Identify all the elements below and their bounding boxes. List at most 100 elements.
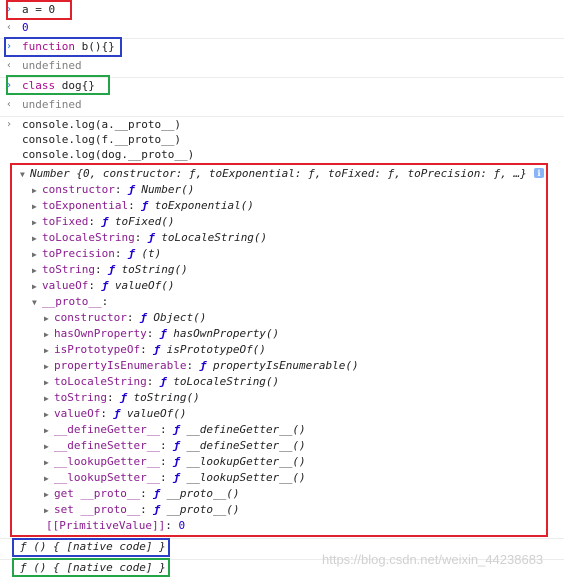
property-value: toFixed() xyxy=(114,215,175,228)
result-icon: ‹ xyxy=(6,99,13,110)
output-value: undefined xyxy=(22,98,82,111)
function-glyph: ƒ xyxy=(141,199,148,212)
prompt-icon: › xyxy=(6,119,13,130)
code-line: console.log(f.__proto__) xyxy=(22,133,181,146)
property-key: isPrototypeOf xyxy=(54,343,141,356)
property-row[interactable]: ▶ toString: ƒ toString() xyxy=(44,390,200,406)
collapsed-triangle-icon[interactable]: ▶ xyxy=(32,199,42,215)
property-key: constructor xyxy=(42,183,115,196)
property-value: toString() xyxy=(133,391,200,404)
console-input-4-line2: console.log(f.__proto__) xyxy=(0,132,564,148)
collapsed-triangle-icon[interactable]: ▶ xyxy=(32,263,42,279)
property-row[interactable]: ▶ toString: ƒ toString() xyxy=(32,262,188,278)
collapsed-triangle-icon[interactable]: ▶ xyxy=(32,231,42,247)
property-key: valueOf xyxy=(54,407,101,420)
property-key: valueOf xyxy=(42,279,89,292)
property-value: toLocaleString() xyxy=(173,375,280,388)
property-value: hasOwnProperty() xyxy=(173,327,280,340)
collapsed-triangle-icon[interactable]: ▶ xyxy=(32,183,42,199)
property-key: __proto__ xyxy=(42,295,102,308)
property-row[interactable]: ▶ toLocaleString: ƒ toLocaleString() xyxy=(44,374,279,390)
collapsed-triangle-icon[interactable]: ▶ xyxy=(44,503,54,519)
collapsed-triangle-icon[interactable]: ▶ xyxy=(32,215,42,231)
info-icon[interactable]: i xyxy=(534,168,544,178)
property-value: isPrototypeOf() xyxy=(166,343,266,356)
output-value: 0 xyxy=(22,21,29,34)
expanded-triangle-icon[interactable]: ▼ xyxy=(20,167,30,183)
property-row[interactable]: ▶ toPrecision: ƒ (t) xyxy=(32,246,161,262)
collapsed-triangle-icon[interactable]: ▶ xyxy=(44,471,54,487)
property-row[interactable]: ▶ get __proto__: ƒ __proto__() xyxy=(44,486,239,502)
property-row[interactable]: ▶ hasOwnProperty: ƒ hasOwnProperty() xyxy=(44,326,279,342)
collapsed-triangle-icon[interactable]: ▶ xyxy=(44,359,54,375)
property-key: __defineGetter__ xyxy=(54,423,160,436)
property-value: valueOf() xyxy=(126,407,187,420)
collapsed-triangle-icon[interactable]: ▶ xyxy=(44,391,54,407)
function-glyph: ƒ xyxy=(173,439,180,452)
property-row[interactable]: ▶ toLocaleString: ƒ toLocaleString() xyxy=(32,230,267,246)
object-preview: {0, constructor: ƒ, toExponential: ƒ, to… xyxy=(69,167,527,180)
property-key: set __proto__ xyxy=(54,503,141,516)
collapsed-triangle-icon[interactable]: ▶ xyxy=(44,311,54,327)
property-row[interactable]: ▶ toFixed: ƒ toFixed() xyxy=(32,214,174,230)
property-value: Number() xyxy=(141,183,195,196)
function-glyph: ƒ xyxy=(153,343,160,356)
property-key: hasOwnProperty xyxy=(54,327,147,340)
property-key: toLocaleString xyxy=(42,231,135,244)
highlight-box-red xyxy=(6,0,72,20)
watermark: https://blog.csdn.net/weixin_44238683 xyxy=(322,552,544,567)
property-row[interactable]: ▶ isPrototypeOf: ƒ isPrototypeOf() xyxy=(44,342,266,358)
property-key: toString xyxy=(54,391,107,404)
property-row[interactable]: ▶ set __proto__: ƒ __proto__() xyxy=(44,502,239,518)
function-glyph: ƒ xyxy=(159,375,167,388)
property-value: __lookupSetter__() xyxy=(186,471,306,484)
collapsed-triangle-icon[interactable]: ▶ xyxy=(44,455,54,471)
property-row[interactable]: ▶ propertyIsEnumerable: ƒ propertyIsEnume… xyxy=(44,358,359,374)
code-line: console.log(a.__proto__) xyxy=(22,118,181,131)
collapsed-triangle-icon[interactable]: ▶ xyxy=(44,439,54,455)
collapsed-triangle-icon[interactable]: ▶ xyxy=(44,327,54,343)
result-icon: ‹ xyxy=(6,60,13,71)
property-value: propertyIsEnumerable() xyxy=(212,359,359,372)
property-row[interactable]: ▶ __lookupSetter__: ƒ __lookupSetter__() xyxy=(44,470,306,486)
property-row[interactable]: ▶ constructor: ƒ Number() xyxy=(32,182,194,198)
collapsed-triangle-icon[interactable]: ▶ xyxy=(44,343,54,359)
property-row[interactable]: ▶ __defineSetter__: ƒ __defineSetter__() xyxy=(44,438,306,454)
property-key: toString xyxy=(42,263,95,276)
property-key: toPrecision xyxy=(42,247,115,260)
console-output-2: ‹ undefined xyxy=(0,58,564,74)
object-type: Number xyxy=(30,167,70,180)
result-icon: ‹ xyxy=(6,22,13,33)
number-object-header[interactable]: ▼ Number {0, constructor: ƒ, toExponentia… xyxy=(20,166,527,182)
property-value: toLocaleString() xyxy=(161,231,268,244)
property-row[interactable]: ▶ valueOf: ƒ valueOf() xyxy=(32,278,174,294)
highlight-box-blue xyxy=(4,37,122,57)
expanded-triangle-icon[interactable]: ▼ xyxy=(32,295,42,311)
property-row[interactable]: ▶ __lookupGetter__: ƒ __lookupGetter__() xyxy=(44,454,306,470)
property-row[interactable]: ▶ __defineGetter__: ƒ __defineGetter__() xyxy=(44,422,306,438)
property-key: toFixed xyxy=(42,215,89,228)
function-glyph: ƒ xyxy=(140,311,147,324)
property-value: __proto__() xyxy=(166,503,240,516)
collapsed-triangle-icon[interactable]: ▶ xyxy=(44,423,54,439)
property-value: __defineSetter__() xyxy=(186,439,306,452)
property-row[interactable]: ▶ toExponential: ƒ toExponential() xyxy=(32,198,254,214)
property-row[interactable]: ▶ valueOf: ƒ valueOf() xyxy=(44,406,186,422)
collapsed-triangle-icon[interactable]: ▶ xyxy=(44,375,54,391)
code-line: console.log(dog.__proto__) xyxy=(22,148,195,161)
proto-header[interactable]: ▼ __proto__: xyxy=(32,294,108,310)
console-output-1: ‹ 0 xyxy=(0,20,564,36)
function-glyph: ƒ xyxy=(108,263,115,276)
collapsed-triangle-icon[interactable]: ▶ xyxy=(44,407,54,423)
collapsed-triangle-icon[interactable]: ▶ xyxy=(32,279,42,295)
property-value: toExponential() xyxy=(154,199,254,212)
collapsed-triangle-icon[interactable]: ▶ xyxy=(32,247,42,263)
function-glyph: ƒ xyxy=(153,503,160,516)
property-key: __lookupSetter__ xyxy=(54,471,160,484)
primitive-value-row: [[PrimitiveValue]]: 0 xyxy=(46,519,186,532)
collapsed-triangle-icon[interactable]: ▶ xyxy=(44,487,54,503)
function-glyph: ƒ xyxy=(173,471,180,484)
property-row[interactable]: ▶ constructor: ƒ Object() xyxy=(44,310,206,326)
function-glyph: ƒ xyxy=(120,391,127,404)
property-key: toExponential xyxy=(42,199,129,212)
